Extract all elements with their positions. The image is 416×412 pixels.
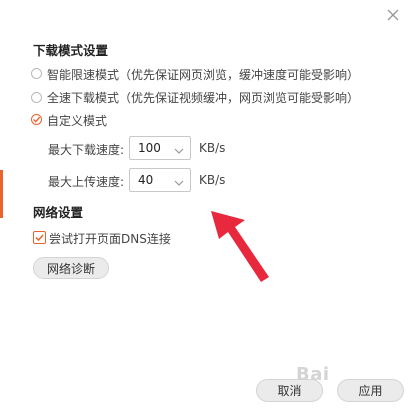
option-smart-limit-label[interactable]: 智能限速模式（优先保证网页浏览，缓冲速度可能受影响） [47, 66, 359, 83]
max-upload-value: 40 [138, 173, 154, 187]
chevron-down-icon [174, 176, 184, 190]
max-download-unit: KB/s [199, 141, 226, 155]
download-mode-heading: 下载模式设置 [33, 43, 109, 58]
radio-full-speed[interactable] [31, 92, 42, 103]
radio-custom-mode[interactable] [31, 114, 42, 125]
max-download-label: 最大下载速度: [48, 143, 125, 157]
max-upload-label: 最大上传速度: [48, 175, 125, 189]
option-full-speed-label[interactable]: 全速下载模式（优先保证视频缓冲，网页浏览可能受影响） [47, 89, 359, 106]
apply-button[interactable]: 应用 [337, 379, 404, 402]
dns-checkbox-label[interactable]: 尝试打开页面DNS连接 [49, 230, 171, 247]
max-upload-select[interactable]: 40 [129, 168, 191, 192]
option-custom-mode-label[interactable]: 自定义模式 [47, 112, 107, 129]
network-diagnose-button[interactable]: 网络诊断 [33, 257, 109, 279]
chevron-down-icon [174, 144, 184, 158]
cancel-button[interactable]: 取消 [256, 379, 323, 402]
side-accent-bar [0, 170, 3, 218]
close-icon[interactable] [386, 8, 400, 22]
max-download-select[interactable]: 100 [129, 136, 191, 160]
max-download-value: 100 [138, 141, 161, 155]
network-settings-heading: 网络设置 [33, 205, 84, 220]
max-upload-unit: KB/s [199, 173, 226, 187]
radio-smart-limit[interactable] [31, 68, 42, 79]
annotation-arrow-icon [205, 205, 275, 288]
dns-checkbox[interactable] [33, 231, 46, 244]
